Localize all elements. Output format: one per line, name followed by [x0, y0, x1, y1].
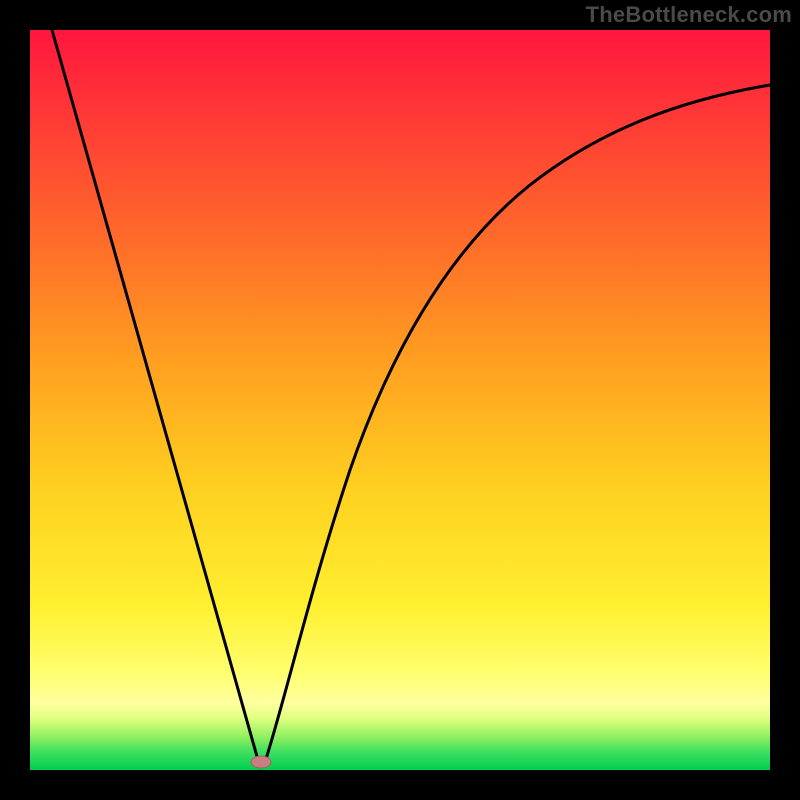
chart-frame: { "watermark": "TheBottleneck.com", "col… — [0, 0, 800, 800]
optimal-point-marker — [251, 756, 271, 768]
watermark-text: TheBottleneck.com — [586, 2, 792, 28]
bottleneck-chart — [0, 0, 800, 800]
plot-area-bg — [30, 30, 770, 770]
